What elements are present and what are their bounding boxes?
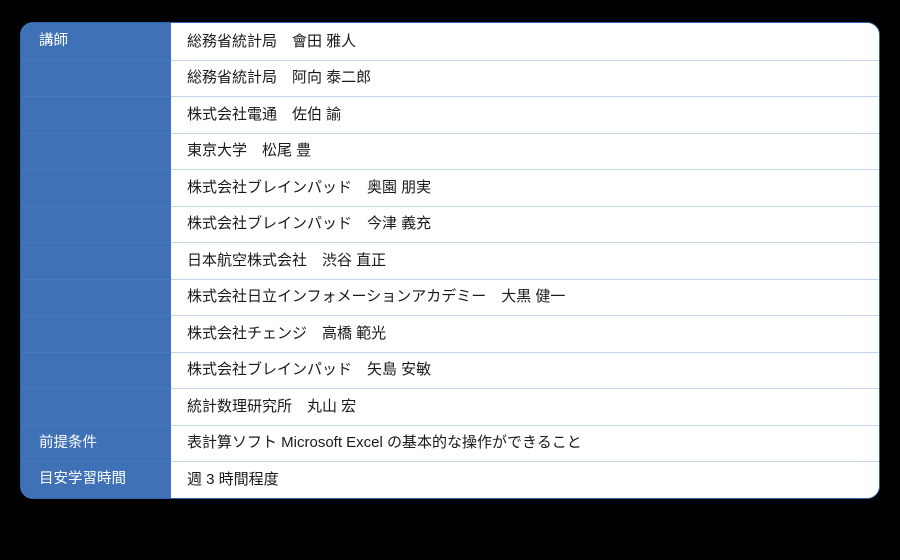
row-value-text: 株式会社ブレインパッド 矢島 安敏 xyxy=(187,361,432,379)
row-label-cell xyxy=(21,388,171,425)
row-value-text: 株式会社ブレインパッド 奥園 朋実 xyxy=(187,178,432,196)
row-label-cell xyxy=(21,132,171,169)
table-row: 前提条件 表計算ソフト Microsoft Excel の基本的な操作ができること xyxy=(21,424,879,461)
row-value-cell: 株式会社電通 佐伯 諭 xyxy=(171,96,879,133)
row-value-cell: 統計数理研究所 丸山 宏 xyxy=(171,388,879,425)
row-label-cell xyxy=(21,96,171,133)
row-value-cell: 株式会社日立インフォメーションアカデミー 大黒 健一 xyxy=(171,278,879,315)
row-label-cell xyxy=(21,205,171,242)
row-value-text: 表計算ソフト Microsoft Excel の基本的な操作ができること xyxy=(187,434,582,452)
table-row: 株式会社チェンジ 高橋 範光 xyxy=(21,315,879,352)
row-value-text: 週 3 時間程度 xyxy=(187,470,279,488)
table-row: 講師 総務省統計局 會田 雅人 xyxy=(21,23,879,60)
table-row: 総務省統計局 阿向 泰二郎 xyxy=(21,59,879,96)
row-value-cell: 表計算ソフト Microsoft Excel の基本的な操作ができること xyxy=(171,424,879,461)
table-row: 株式会社ブレインパッド 矢島 安敏 xyxy=(21,351,879,388)
row-label-cell xyxy=(21,278,171,315)
row-value-cell: 日本航空株式会社 渋谷 直正 xyxy=(171,242,879,279)
row-value-cell: 総務省統計局 阿向 泰二郎 xyxy=(171,59,879,96)
row-value-text: 統計数理研究所 丸山 宏 xyxy=(187,397,357,415)
row-value-text: 株式会社日立インフォメーションアカデミー 大黒 健一 xyxy=(187,288,566,306)
table-row: 株式会社ブレインパッド 奥園 朋実 xyxy=(21,169,879,206)
row-label-cell: 目安学習時間 xyxy=(21,461,171,498)
row-value-cell: 株式会社ブレインパッド 矢島 安敏 xyxy=(171,351,879,388)
row-value-cell: 東京大学 松尾 豊 xyxy=(171,132,879,169)
row-value-text: 総務省統計局 會田 雅人 xyxy=(187,32,357,50)
row-value-cell: 株式会社ブレインパッド 今津 義充 xyxy=(171,205,879,242)
row-value-text: 株式会社チェンジ 高橋 範光 xyxy=(187,324,387,342)
table-row: 日本航空株式会社 渋谷 直正 xyxy=(21,242,879,279)
row-label-cell xyxy=(21,351,171,388)
row-label-cell xyxy=(21,59,171,96)
table-row: 株式会社電通 佐伯 諭 xyxy=(21,96,879,133)
table-row: 目安学習時間週 3 時間程度 xyxy=(21,461,879,498)
table-row: 株式会社日立インフォメーションアカデミー 大黒 健一 xyxy=(21,278,879,315)
row-value-text: 株式会社電通 佐伯 諭 xyxy=(187,105,342,123)
row-value-text: 総務省統計局 阿向 泰二郎 xyxy=(187,69,372,87)
row-label-cell xyxy=(21,169,171,206)
row-value-cell: 総務省統計局 會田 雅人 xyxy=(171,23,879,60)
table-row: 東京大学 松尾 豊 xyxy=(21,132,879,169)
row-value-cell: 株式会社ブレインパッド 奥園 朋実 xyxy=(171,169,879,206)
row-value-text: 株式会社ブレインパッド 今津 義充 xyxy=(187,215,432,233)
row-value-cell: 株式会社チェンジ 高橋 範光 xyxy=(171,315,879,352)
table-row: 統計数理研究所 丸山 宏 xyxy=(21,388,879,425)
row-value-text: 東京大学 松尾 豊 xyxy=(187,142,312,160)
row-label-cell: 講師 xyxy=(21,23,171,60)
row-value-text: 日本航空株式会社 渋谷 直正 xyxy=(187,251,387,269)
row-label-cell xyxy=(21,242,171,279)
page-background: 講師 総務省統計局 會田 雅人 総務省統計局 阿向 泰二郎 株式会社電通 佐伯 諭東京… xyxy=(0,0,900,560)
row-label-cell: 前提条件 xyxy=(21,424,171,461)
row-value-cell: 週 3 時間程度 xyxy=(171,461,879,498)
course-info-table: 講師 総務省統計局 會田 雅人 総務省統計局 阿向 泰二郎 株式会社電通 佐伯 諭東京… xyxy=(20,22,880,499)
row-label-cell xyxy=(21,315,171,352)
table-row: 株式会社ブレインパッド 今津 義充 xyxy=(21,205,879,242)
